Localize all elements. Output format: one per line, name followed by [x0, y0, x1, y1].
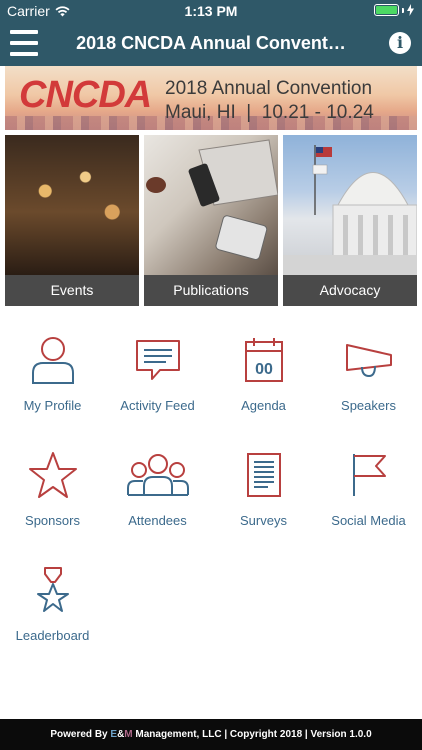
laptop-illustration: [146, 139, 278, 260]
menu-item-sponsors[interactable]: Sponsors: [0, 445, 105, 528]
menu-item-label: Speakers: [341, 398, 396, 413]
menu-item-label: Attendees: [128, 513, 187, 528]
page-title: 2018 CNCDA Annual Convent…: [76, 33, 346, 53]
footer-prefix: Powered By: [50, 729, 111, 740]
menu-item-activity-feed[interactable]: Activity Feed: [105, 330, 210, 413]
tile-advocacy-label: Advocacy: [283, 275, 417, 306]
calendar-day: 00: [255, 361, 273, 378]
tile-publications[interactable]: Publications: [144, 135, 278, 306]
flag-icon: [352, 454, 386, 496]
banner-headline: 2018 Annual Convention: [165, 78, 373, 99]
megaphone-icon: [345, 344, 392, 378]
menu-item-label: Social Media: [331, 513, 406, 528]
status-bar: Carrier 1:13 PM: [0, 0, 422, 22]
info-icon[interactable]: i: [389, 32, 411, 54]
advocacy-photo: [283, 135, 417, 276]
chat-bubble-icon: [135, 340, 180, 380]
battery-icon: [374, 4, 414, 16]
menu-item-label: Surveys: [240, 513, 287, 528]
convention-banner: CNCDA 2018 Annual Convention Maui, HI | …: [5, 66, 417, 130]
capitol-illustration: [283, 145, 417, 276]
menu-item-label: Activity Feed: [120, 398, 195, 413]
feature-tiles: Events Publications Advocacy: [5, 135, 417, 306]
banner-location: Maui, HI | 10.21 - 10.24: [165, 102, 374, 123]
menu-item-surveys[interactable]: Surveys: [211, 445, 316, 528]
events-photo: [5, 135, 139, 275]
medal-icon: [36, 567, 69, 612]
footer-brand-m: M: [124, 729, 133, 740]
cncda-logo: CNCDA: [19, 74, 152, 116]
menu-item-leaderboard[interactable]: Leaderboard: [0, 560, 105, 643]
calendar-icon: 00: [244, 338, 283, 382]
menu-item-attendees[interactable]: Attendees: [105, 445, 210, 528]
tile-publications-label: Publications: [144, 275, 278, 306]
publications-photo: [144, 135, 278, 275]
menu-item-label: Sponsors: [25, 513, 80, 528]
menu-item-social-media[interactable]: Social Media: [316, 445, 421, 528]
tile-events[interactable]: Events: [5, 135, 139, 306]
star-icon: [28, 452, 77, 498]
menu-item-agenda[interactable]: 00 Agenda: [211, 330, 316, 413]
group-icon: [126, 454, 189, 496]
menu-item-label: My Profile: [23, 398, 82, 413]
tile-advocacy[interactable]: Advocacy: [283, 135, 417, 306]
person-icon: [31, 337, 74, 384]
menu-item-speakers[interactable]: Speakers: [316, 330, 421, 413]
footer: Powered By E&M Management, LLC | Copyrig…: [0, 719, 422, 750]
footer-suffix: Management, LLC | Copyright 2018 | Versi…: [132, 729, 372, 740]
navigation-bar: 2018 CNCDA Annual Convent… i: [0, 22, 422, 66]
app-header: Carrier 1:13 PM 2018 CNCDA Annual Conven…: [0, 0, 422, 66]
document-icon: [246, 453, 281, 497]
menu-item-my-profile[interactable]: My Profile: [0, 330, 105, 413]
menu-item-label: Agenda: [241, 398, 286, 413]
menu-item-label: Leaderboard: [15, 628, 90, 643]
status-time: 1:13 PM: [184, 3, 238, 19]
charging-bolt-icon: [407, 4, 414, 16]
tile-events-label: Events: [5, 275, 139, 306]
hamburger-menu-icon[interactable]: [10, 30, 38, 56]
